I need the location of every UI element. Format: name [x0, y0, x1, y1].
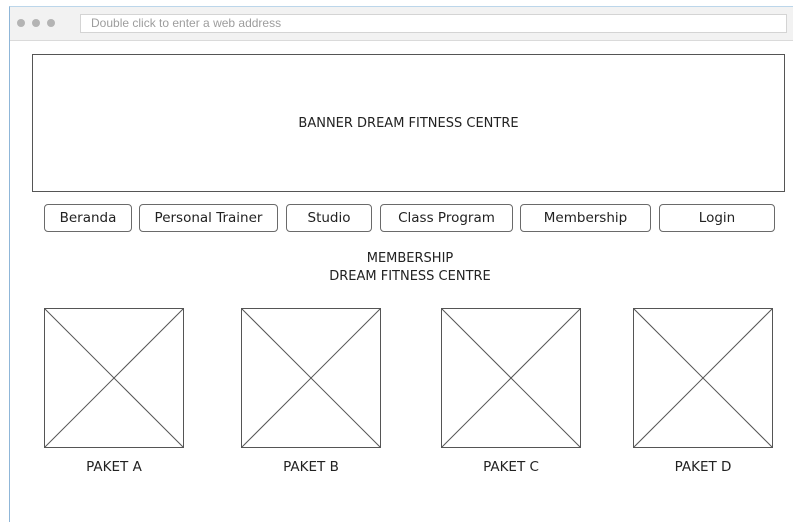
nav-button-personal-trainer[interactable]: Personal Trainer: [139, 204, 278, 232]
image-placeholder-icon: [634, 309, 772, 447]
nav-button-login[interactable]: Login: [659, 204, 775, 232]
image-placeholder-icon: [442, 309, 580, 447]
browser-titlebar: Double click to enter a web address: [10, 7, 793, 41]
nav-button-membership[interactable]: Membership: [520, 204, 651, 232]
nav-button-beranda[interactable]: Beranda: [44, 204, 132, 232]
close-window-dot-icon[interactable]: [17, 19, 25, 27]
nav-button-label: Beranda: [59, 210, 117, 226]
nav-button-label: Class Program: [398, 210, 495, 226]
address-bar[interactable]: Double click to enter a web address: [80, 14, 787, 33]
nav-button-label: Personal Trainer: [154, 210, 263, 226]
paket-d-label: PAKET D: [674, 459, 732, 475]
membership-heading: MEMBERSHIP DREAM FITNESS CENTRE: [310, 250, 510, 286]
membership-heading-line1: MEMBERSHIP: [366, 251, 454, 266]
nav-button-studio[interactable]: Studio: [286, 204, 372, 232]
minimize-window-dot-icon[interactable]: [32, 19, 40, 27]
paket-c-image-placeholder: [441, 308, 581, 448]
nav-button-label: Membership: [543, 210, 628, 226]
paket-b-image-placeholder: [241, 308, 381, 448]
banner: BANNER DREAM FITNESS CENTRE: [32, 54, 785, 192]
image-placeholder-icon: [45, 309, 183, 447]
paket-d-image-placeholder: [633, 308, 773, 448]
banner-text: BANNER DREAM FITNESS CENTRE: [298, 115, 519, 131]
paket-b-label: PAKET B: [283, 459, 339, 475]
membership-heading-line2: DREAM FITNESS CENTRE: [329, 269, 491, 284]
image-placeholder-icon: [242, 309, 380, 447]
nav-button-label: Studio: [307, 210, 351, 226]
nav-button-label: Login: [698, 210, 736, 226]
paket-a-label: PAKET A: [86, 459, 142, 475]
paket-c-label: PAKET C: [483, 459, 539, 475]
nav-button-class-program[interactable]: Class Program: [380, 204, 513, 232]
paket-a-image-placeholder: [44, 308, 184, 448]
maximize-window-dot-icon[interactable]: [47, 19, 55, 27]
browser-window: Double click to enter a web address BANN…: [9, 6, 793, 522]
